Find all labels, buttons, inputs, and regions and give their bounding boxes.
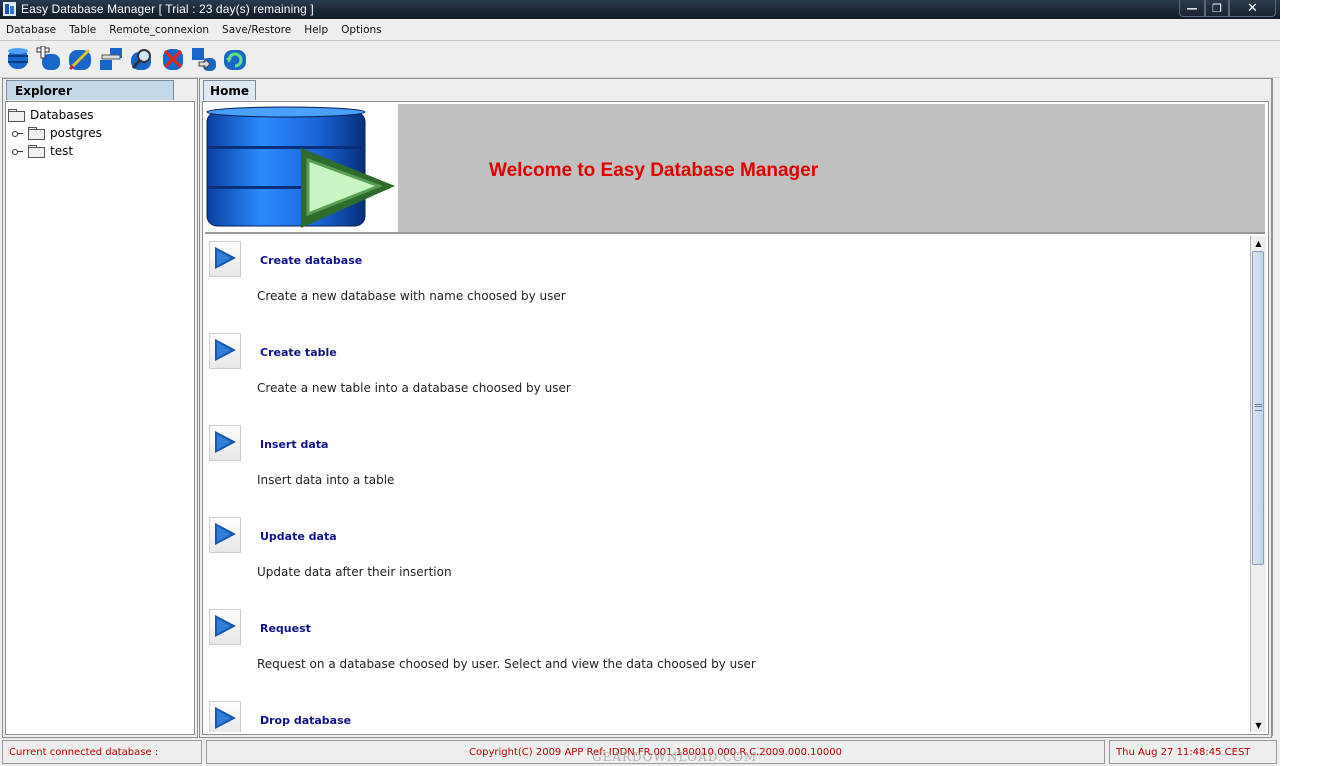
maximize-button[interactable]: ❐ [1205, 0, 1229, 17]
menu-database[interactable]: Database [6, 24, 56, 36]
grip-icon [1255, 404, 1262, 411]
menu-table[interactable]: Table [69, 24, 96, 36]
add-database-icon[interactable] [36, 46, 62, 72]
application-window: Easy Database Manager [ Trial : 23 day(s… [0, 0, 1280, 766]
watermark: GEARDOWNLOAD.COM [592, 750, 758, 764]
item-title[interactable]: Insert data [260, 438, 328, 451]
explorer-tree: Databases postgres test [5, 101, 195, 735]
play-arrow-icon[interactable] [209, 701, 241, 732]
list-item-insert-data[interactable]: Insert data Insert data into a table [204, 420, 1244, 512]
main-panel: Home Welcome to Easy Database Manager Cr… [199, 78, 1272, 738]
item-description: Create a new database with name choosed … [257, 289, 566, 303]
list-item-create-database[interactable]: Create database Create a new database wi… [204, 236, 1244, 328]
minimize-button[interactable]: — [1179, 0, 1205, 17]
item-title[interactable]: Drop database [260, 714, 351, 727]
item-title[interactable]: Create database [260, 254, 362, 267]
explorer-panel: Explorer Databases postgres test [2, 78, 198, 738]
status-datetime: Thu Aug 27 11:48:45 CEST 2009 [1109, 740, 1277, 764]
list-item-update-data[interactable]: Update data Update data after their inse… [204, 512, 1244, 604]
list-item-request[interactable]: Request Request on a database choosed by… [204, 604, 1244, 696]
item-title[interactable]: Create table [260, 346, 337, 359]
menu-bar: Database Table Remote_connexion Save/Res… [0, 19, 1280, 40]
item-description: Insert data into a table [257, 473, 395, 487]
transfer-icon[interactable] [191, 46, 217, 72]
database-icon[interactable] [5, 46, 31, 72]
vertical-scrollbar[interactable]: ▲ ▼ [1250, 236, 1266, 732]
menu-options[interactable]: Options [341, 24, 382, 36]
toolbar [0, 40, 1280, 78]
window-title: Easy Database Manager [ Trial : 23 day(s… [21, 2, 314, 16]
play-arrow-icon[interactable] [209, 609, 241, 645]
tab-explorer[interactable]: Explorer [6, 80, 174, 100]
tab-home[interactable]: Home [203, 80, 256, 100]
tree-node-label: postgres [50, 126, 102, 140]
scroll-up-button[interactable]: ▲ [1251, 236, 1266, 250]
refresh-icon[interactable] [222, 46, 248, 72]
list-item-drop-database[interactable]: Drop database [204, 696, 1244, 732]
menu-save-restore[interactable]: Save/Restore [222, 24, 291, 36]
menu-remote-connexion[interactable]: Remote_connexion [109, 24, 209, 36]
list-item-create-table[interactable]: Create table Create a new table into a d… [204, 328, 1244, 420]
actions-list: Create database Create a new database wi… [204, 236, 1250, 732]
item-description: Create a new table into a database choos… [257, 381, 571, 395]
folder-icon [8, 109, 25, 122]
status-connected-database: Current connected database : postgres [2, 740, 202, 764]
item-description: Update data after their insertion [257, 565, 452, 579]
title-bar: Easy Database Manager [ Trial : 23 day(s… [0, 0, 1280, 19]
window-edge [1272, 78, 1279, 736]
folder-icon [28, 145, 45, 158]
tree-node-label: Databases [30, 108, 94, 122]
delete-database-icon[interactable] [160, 46, 186, 72]
home-content: Welcome to Easy Database Manager Create … [202, 101, 1269, 735]
tree-node-test[interactable]: test [12, 144, 73, 158]
tree-node-databases[interactable]: Databases [8, 108, 94, 122]
expand-icon[interactable] [12, 128, 24, 138]
welcome-banner: Welcome to Easy Database Manager [205, 104, 1265, 234]
network-connect-icon[interactable] [98, 46, 124, 72]
play-arrow-icon[interactable] [209, 517, 241, 553]
item-title[interactable]: Request [260, 622, 311, 635]
app-icon [3, 2, 16, 16]
expand-icon[interactable] [12, 146, 24, 156]
scroll-thumb[interactable] [1252, 251, 1264, 565]
search-database-icon[interactable] [129, 46, 155, 72]
menu-help[interactable]: Help [304, 24, 328, 36]
play-arrow-icon[interactable] [209, 241, 241, 277]
folder-icon [28, 127, 45, 140]
scroll-down-button[interactable]: ▼ [1251, 718, 1266, 732]
tree-node-label: test [50, 144, 74, 158]
welcome-title: Welcome to Easy Database Manager [489, 160, 819, 181]
close-button[interactable]: ✕ [1229, 0, 1276, 17]
item-description: Request on a database choosed by user. S… [257, 657, 756, 671]
item-title[interactable]: Update data [260, 530, 337, 543]
edit-table-icon[interactable] [67, 46, 93, 72]
tree-node-postgres[interactable]: postgres [12, 126, 102, 140]
database-logo-icon [205, 104, 398, 232]
play-arrow-icon[interactable] [209, 333, 241, 369]
window-controls: — ❐ ✕ [1179, 0, 1276, 17]
play-arrow-icon[interactable] [209, 425, 241, 461]
